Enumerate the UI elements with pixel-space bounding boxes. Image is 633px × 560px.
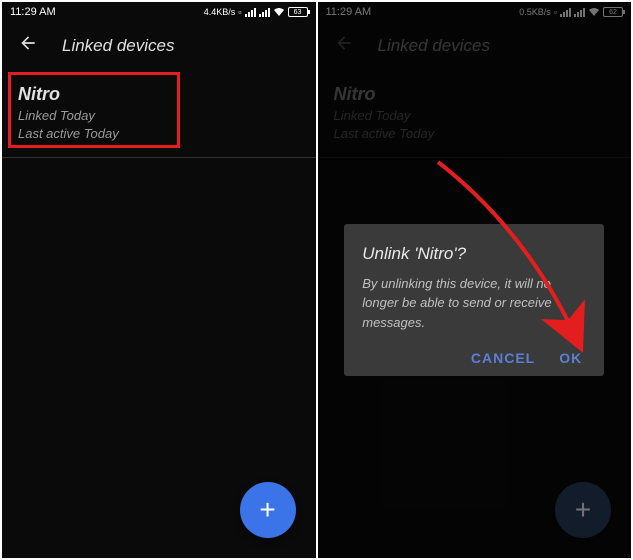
status-time: 11:29 AM <box>10 6 56 18</box>
unlink-dialog: Unlink 'Nitro'? By unlinking this device… <box>344 224 604 377</box>
dialog-message: By unlinking this device, it will no lon… <box>362 274 586 333</box>
page-title: Linked devices <box>62 36 174 56</box>
phone-screen-right: 11:29 AM 0.5KB/s ▫ 62 Linked devices Nit… <box>318 2 632 558</box>
linked-device-item[interactable]: Nitro Linked Today Last active Today <box>2 70 316 158</box>
add-device-button[interactable]: + <box>240 482 296 538</box>
app-bar: Linked devices <box>2 22 316 70</box>
wifi-icon <box>273 7 285 17</box>
device-last-active: Last active Today <box>18 125 300 143</box>
ok-button[interactable]: OK <box>559 350 582 366</box>
status-indicators: 4.4KB/s ▫ 63 <box>204 7 308 17</box>
back-icon[interactable] <box>18 33 38 59</box>
device-linked-date: Linked Today <box>18 107 300 125</box>
plus-icon: + <box>259 494 275 526</box>
network-speed: 4.4KB/s <box>204 7 236 17</box>
signal-icon-2 <box>259 7 270 17</box>
cancel-button[interactable]: CANCEL <box>471 350 535 366</box>
sim-icon: ▫ <box>238 7 241 17</box>
battery-icon: 63 <box>288 7 308 17</box>
dialog-actions: CANCEL OK <box>362 350 586 366</box>
device-name: Nitro <box>18 84 300 105</box>
dialog-title: Unlink 'Nitro'? <box>362 244 586 264</box>
signal-icon <box>245 7 256 17</box>
dialog-overlay: Unlink 'Nitro'? By unlinking this device… <box>318 2 632 558</box>
status-bar: 11:29 AM 4.4KB/s ▫ 63 <box>2 2 316 22</box>
phone-screen-left: 11:29 AM 4.4KB/s ▫ 63 Linked devices Nit… <box>2 2 316 558</box>
